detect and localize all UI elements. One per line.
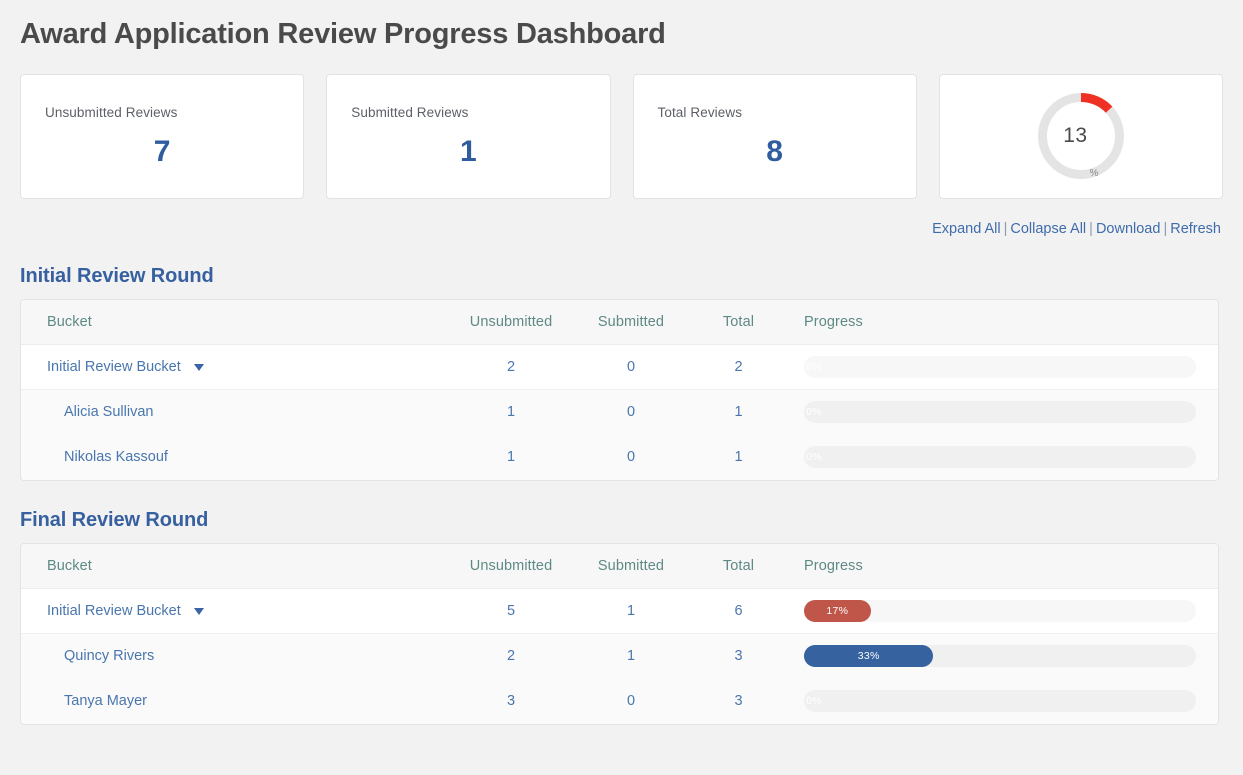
bucket-label: Initial Review Bucket xyxy=(47,358,181,375)
column-header-submitted: Submitted xyxy=(597,313,665,330)
cell-submitted: 1 xyxy=(626,648,636,665)
column-header-progress: Progress xyxy=(804,313,863,330)
table-row[interactable]: Alicia Sullivan 1 0 1 0% xyxy=(21,389,1218,435)
progress-bar: 0% xyxy=(804,355,1196,378)
table-row[interactable]: Quincy Rivers 2 1 3 33% xyxy=(21,633,1218,679)
cell-unsubmitted: 2 xyxy=(506,358,516,375)
table-header-row: Bucket Unsubmitted Submitted Total Progr… xyxy=(21,543,1218,589)
cell-total: 1 xyxy=(734,404,743,421)
cell-total: 3 xyxy=(734,648,743,665)
download-link[interactable]: Download xyxy=(1096,221,1161,237)
progress-bar: 17% xyxy=(804,599,1196,622)
reviewer-name[interactable]: Alicia Sullivan xyxy=(47,404,153,420)
link-separator: | xyxy=(1089,220,1093,237)
stat-card-submitted-reviews: Submitted Reviews 1 xyxy=(326,73,611,199)
progress-bar-fill: 33% xyxy=(804,645,934,668)
chevron-down-icon[interactable] xyxy=(193,364,204,372)
stat-card-label: Unsubmitted Reviews xyxy=(45,104,178,120)
page-title: Award Application Review Progress Dashbo… xyxy=(20,18,666,50)
cell-submitted: 0 xyxy=(626,449,636,466)
stat-card-value: 8 xyxy=(766,134,783,168)
cell-submitted: 1 xyxy=(626,602,636,619)
donut-value: 13 xyxy=(1063,124,1088,148)
stat-card-label: Total Reviews xyxy=(657,104,743,120)
cell-unsubmitted: 1 xyxy=(506,449,516,466)
cell-total: 2 xyxy=(734,358,743,375)
cell-submitted: 0 xyxy=(626,693,636,710)
column-header-progress: Progress xyxy=(804,557,863,574)
progress-bar: 33% xyxy=(804,645,1196,668)
stat-card-label: Submitted Reviews xyxy=(351,104,469,120)
stat-card-unsubmitted-reviews: Unsubmitted Reviews 7 xyxy=(20,73,305,199)
link-separator: | xyxy=(1003,220,1008,237)
column-header-unsubmitted: Unsubmitted xyxy=(469,557,553,574)
progress-bar-label: 0% xyxy=(806,695,822,708)
column-header-total: Total xyxy=(722,313,755,330)
action-links: Expand All | Collapse All | Download | Refresh xyxy=(20,221,1223,237)
column-header-submitted: Submitted xyxy=(597,557,665,574)
reviewer-name[interactable]: Tanya Mayer xyxy=(47,693,147,709)
cell-total: 6 xyxy=(734,602,743,619)
summary-cards: Unsubmitted Reviews 7 Submitted Reviews … xyxy=(20,73,1223,199)
dashboard-page: Award Application Review Progress Dashbo… xyxy=(0,0,1243,775)
column-header-bucket: Bucket xyxy=(47,557,92,574)
reviewer-name[interactable]: Nikolas Kassouf xyxy=(47,449,168,465)
progress-bar: 0% xyxy=(804,690,1196,713)
progress-bar-label: 33% xyxy=(857,650,880,663)
chevron-down-icon[interactable] xyxy=(193,608,204,616)
progress-bar-fill: 17% xyxy=(804,599,871,622)
cell-submitted: 0 xyxy=(626,358,636,375)
stat-card-value: 7 xyxy=(153,134,171,168)
cell-unsubmitted: 5 xyxy=(506,602,516,619)
column-header-bucket: Bucket xyxy=(47,313,92,330)
cell-unsubmitted: 1 xyxy=(506,404,516,421)
progress-bar-label: 0% xyxy=(806,406,822,419)
expand-all-link[interactable]: Expand All xyxy=(932,221,1001,237)
cell-unsubmitted: 2 xyxy=(506,648,516,665)
table-row[interactable]: Initial Review Bucket 5 1 6 17% xyxy=(21,588,1218,634)
table-final-review-round: Bucket Unsubmitted Submitted Total Progr… xyxy=(20,542,1219,725)
bucket-toggle[interactable]: Initial Review Bucket xyxy=(47,359,204,375)
progress-bar-label: 0% xyxy=(806,451,822,464)
collapse-all-link[interactable]: Collapse All xyxy=(1010,221,1086,237)
table-row[interactable]: Nikolas Kassouf 1 0 1 0% xyxy=(21,434,1218,480)
refresh-link[interactable]: Refresh xyxy=(1170,221,1221,237)
stat-card-total-reviews: Total Reviews 8 xyxy=(632,73,917,199)
cell-total: 1 xyxy=(734,449,743,466)
stat-card-completion-donut: 13 % xyxy=(938,73,1223,199)
cell-unsubmitted: 3 xyxy=(506,693,516,710)
column-header-unsubmitted: Unsubmitted xyxy=(469,313,553,330)
bucket-toggle[interactable]: Initial Review Bucket xyxy=(47,603,204,619)
progress-bar-label: 0% xyxy=(806,360,822,373)
donut-unit: % xyxy=(1089,168,1099,180)
table-initial-review-round: Bucket Unsubmitted Submitted Total Progr… xyxy=(20,298,1219,481)
section-title-initial-review-round: Initial Review Round xyxy=(20,264,214,287)
table-row[interactable]: Tanya Mayer 3 0 3 0% xyxy=(21,678,1218,724)
progress-bar: 0% xyxy=(804,446,1196,469)
donut-center-label: 13 % xyxy=(1035,90,1127,182)
bucket-label: Initial Review Bucket xyxy=(47,602,181,619)
donut-chart: 13 % xyxy=(1035,90,1127,182)
link-separator: | xyxy=(1163,220,1168,237)
stat-card-value: 1 xyxy=(460,134,477,168)
progress-bar-label: 17% xyxy=(826,604,849,617)
cell-submitted: 0 xyxy=(626,404,636,421)
cell-total: 3 xyxy=(734,693,743,710)
reviewer-name[interactable]: Quincy Rivers xyxy=(47,648,154,664)
table-row[interactable]: Initial Review Bucket 2 0 2 0% xyxy=(21,344,1218,390)
section-title-final-review-round: Final Review Round xyxy=(20,508,209,531)
column-header-total: Total xyxy=(722,557,755,574)
progress-bar: 0% xyxy=(804,401,1196,424)
table-header-row: Bucket Unsubmitted Submitted Total Progr… xyxy=(21,299,1218,345)
